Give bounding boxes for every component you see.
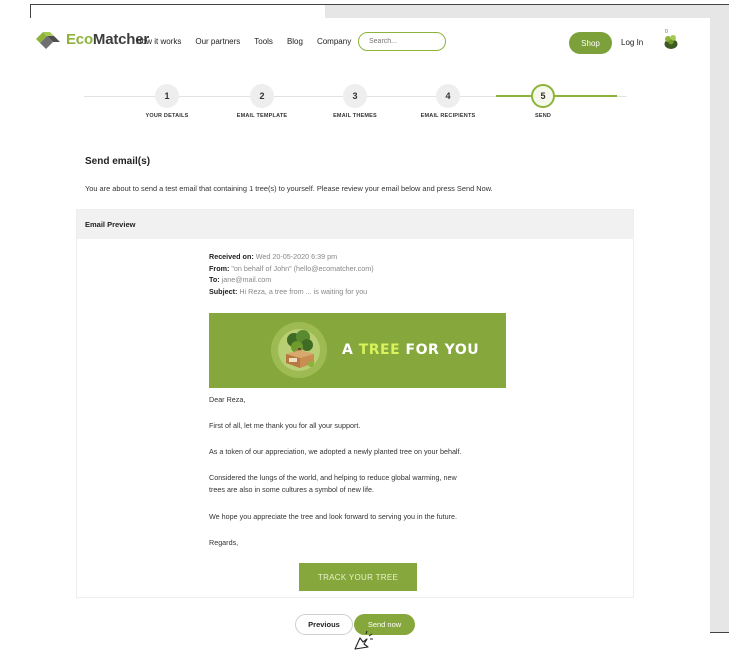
subject-label: Subject: bbox=[209, 286, 238, 296]
logo-text-eco: Eco bbox=[66, 30, 93, 48]
step-email-template: 2 EMAIL TEMPLATE bbox=[217, 84, 307, 119]
page: EcoMatcher How it works Our partners Too… bbox=[14, 18, 710, 657]
ecomatcher-logo[interactable]: EcoMatcher bbox=[34, 28, 149, 50]
stepper-track-end bbox=[617, 96, 627, 97]
progress-stepper: 1 YOUR DETAILS 2 EMAIL TEMPLATE 3 EMAIL … bbox=[14, 84, 710, 124]
page-title: Send email(s) bbox=[85, 156, 151, 167]
tree-basket-icon[interactable] bbox=[663, 32, 679, 50]
email-paragraph: We hope you appreciate the tree and look… bbox=[209, 512, 457, 521]
to-row: To: jane@mail.com bbox=[209, 274, 374, 286]
step-label: YOUR DETAILS bbox=[145, 113, 189, 119]
intro-text: You are about to send a test email that … bbox=[85, 184, 493, 193]
nav-company[interactable]: Company bbox=[317, 37, 351, 46]
email-paragraph: First of all, let me thank you for all y… bbox=[209, 421, 361, 430]
email-paragraph: Regards, bbox=[209, 538, 239, 547]
email-preview-card: Email Preview Received on: Wed 20-05-202… bbox=[76, 209, 634, 598]
step-email-themes: 3 EMAIL THEMES bbox=[310, 84, 400, 119]
main-nav: How it works Our partners Tools Blog Com… bbox=[136, 37, 365, 46]
previous-button[interactable]: Previous bbox=[295, 614, 353, 635]
email-meta: Received on: Wed 20-05-2020 6:39 pm From… bbox=[209, 251, 374, 297]
step-your-details: 1 YOUR DETAILS bbox=[122, 84, 212, 119]
step-label: SEND bbox=[534, 113, 552, 119]
banner-title: A TREE FOR YOU bbox=[342, 342, 479, 358]
subject-row: Subject: Hi Reza, a tree from ... is wai… bbox=[209, 286, 374, 298]
step-number: 2 bbox=[250, 84, 274, 108]
banner-text-tree: TREE bbox=[358, 342, 401, 358]
window-frame-left bbox=[30, 4, 31, 18]
banner-text-rest: FOR YOU bbox=[400, 342, 480, 358]
tree-box-icon bbox=[286, 330, 314, 368]
pointer-cursor-icon bbox=[354, 630, 373, 650]
received-value: Wed 20-05-2020 6:39 pm bbox=[255, 252, 338, 261]
subject-value: Hi Reza, a tree from ... is waiting for … bbox=[239, 286, 368, 296]
from-row: From: "on behalf of John" (hello@ecomatc… bbox=[209, 263, 374, 275]
received-row: Received on: Wed 20-05-2020 6:39 pm bbox=[209, 251, 374, 263]
from-label: From: bbox=[209, 263, 230, 273]
nav-tools[interactable]: Tools bbox=[254, 37, 273, 46]
email-paragraph: Dear Reza, bbox=[209, 395, 246, 404]
step-send: 5 SEND bbox=[498, 84, 588, 119]
track-your-tree-button[interactable]: TRACK YOUR TREE bbox=[299, 563, 417, 591]
step-number-active: 5 bbox=[531, 84, 555, 108]
step-number: 4 bbox=[436, 84, 460, 108]
email-preview-header: Email Preview bbox=[77, 210, 633, 239]
email-banner: A TREE FOR YOU bbox=[209, 313, 506, 388]
nav-our-partners[interactable]: Our partners bbox=[195, 37, 240, 46]
site-header: EcoMatcher How it works Our partners Too… bbox=[14, 18, 710, 68]
email-paragraph: As a token of our appreciation, we adopt… bbox=[209, 447, 462, 456]
step-label: EMAIL RECIPIENTS bbox=[420, 113, 476, 119]
received-label: Received on: bbox=[209, 252, 254, 261]
step-number: 1 bbox=[155, 84, 179, 108]
step-email-recipients: 4 EMAIL RECIPIENTS bbox=[403, 84, 493, 119]
step-number: 3 bbox=[343, 84, 367, 108]
step-label: EMAIL THEMES bbox=[333, 113, 377, 119]
window-frame-scroll-gutter bbox=[710, 18, 729, 633]
to-value: jane@mail.com bbox=[221, 275, 272, 284]
from-value: "on behalf of John" (hello@ecomatcher.co… bbox=[231, 263, 374, 273]
shop-button[interactable]: Shop bbox=[569, 32, 612, 54]
step-label: EMAIL TEMPLATE bbox=[236, 113, 288, 119]
window-frame-grey-bar bbox=[325, 5, 729, 19]
login-link[interactable]: Log In bbox=[621, 38, 643, 47]
nav-blog[interactable]: Blog bbox=[287, 37, 303, 46]
logo-mark-icon bbox=[36, 32, 60, 49]
window-frame-bottom bbox=[710, 632, 729, 633]
email-paragraph: trees are also in some cultures a symbol… bbox=[209, 485, 374, 494]
to-label: To: bbox=[209, 275, 220, 284]
nav-how-it-works[interactable]: How it works bbox=[136, 37, 181, 46]
search-input[interactable] bbox=[358, 32, 446, 51]
email-paragraph: Considered the lungs of the world, and h… bbox=[209, 473, 457, 482]
banner-text-a: A bbox=[342, 342, 359, 358]
